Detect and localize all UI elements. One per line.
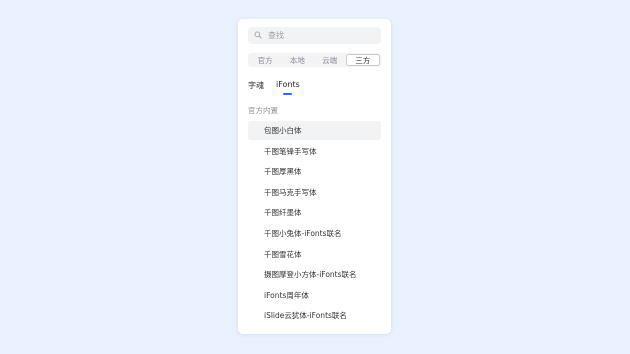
- font-list-item[interactable]: 千图小兔体-iFonts联名: [248, 224, 381, 243]
- font-provider-tabs: 字魂 iFonts: [248, 80, 312, 95]
- font-list-item[interactable]: 千图纤墨体: [248, 203, 381, 222]
- source-tab-official[interactable]: 官方: [249, 54, 281, 66]
- font-list-item[interactable]: 包图小白体: [248, 121, 381, 140]
- search-box[interactable]: [248, 27, 381, 44]
- section-title: 官方内置: [248, 106, 278, 115]
- tab-zihun[interactable]: 字魂: [248, 80, 264, 91]
- search-input[interactable]: [268, 31, 368, 40]
- font-list-item[interactable]: 千图雪花体: [248, 245, 381, 264]
- source-tab-third-party[interactable]: 三方: [345, 54, 380, 66]
- font-list-item[interactable]: 千图马克手写体: [248, 183, 381, 202]
- font-list-item[interactable]: 摄图摩登小方体-iFonts联名: [248, 265, 381, 284]
- font-list-item[interactable]: 千图厚黑体: [248, 162, 381, 181]
- font-list-item[interactable]: iSlide云犹体-iFonts联名: [248, 306, 381, 325]
- source-tab-local[interactable]: 本地: [281, 54, 313, 66]
- font-list-item[interactable]: iFonts周年体: [248, 286, 381, 305]
- active-tab-indicator: [283, 93, 292, 95]
- source-segmented-control: 官方 本地 云端 三方: [248, 53, 381, 67]
- font-picker-panel: 官方 本地 云端 三方 字魂 iFonts 官方内置 包图小白体 千图笔锋手写体…: [238, 19, 391, 334]
- font-list-item[interactable]: 千图笔锋手写体: [248, 142, 381, 161]
- tab-ifonts[interactable]: iFonts: [276, 80, 300, 95]
- search-icon: [254, 31, 264, 41]
- font-list: 包图小白体 千图笔锋手写体 千图厚黑体 千图马克手写体 千图纤墨体 千图小兔体-…: [248, 121, 381, 327]
- source-tab-cloud[interactable]: 云端: [314, 54, 346, 66]
- tab-ifonts-label: iFonts: [276, 80, 300, 89]
